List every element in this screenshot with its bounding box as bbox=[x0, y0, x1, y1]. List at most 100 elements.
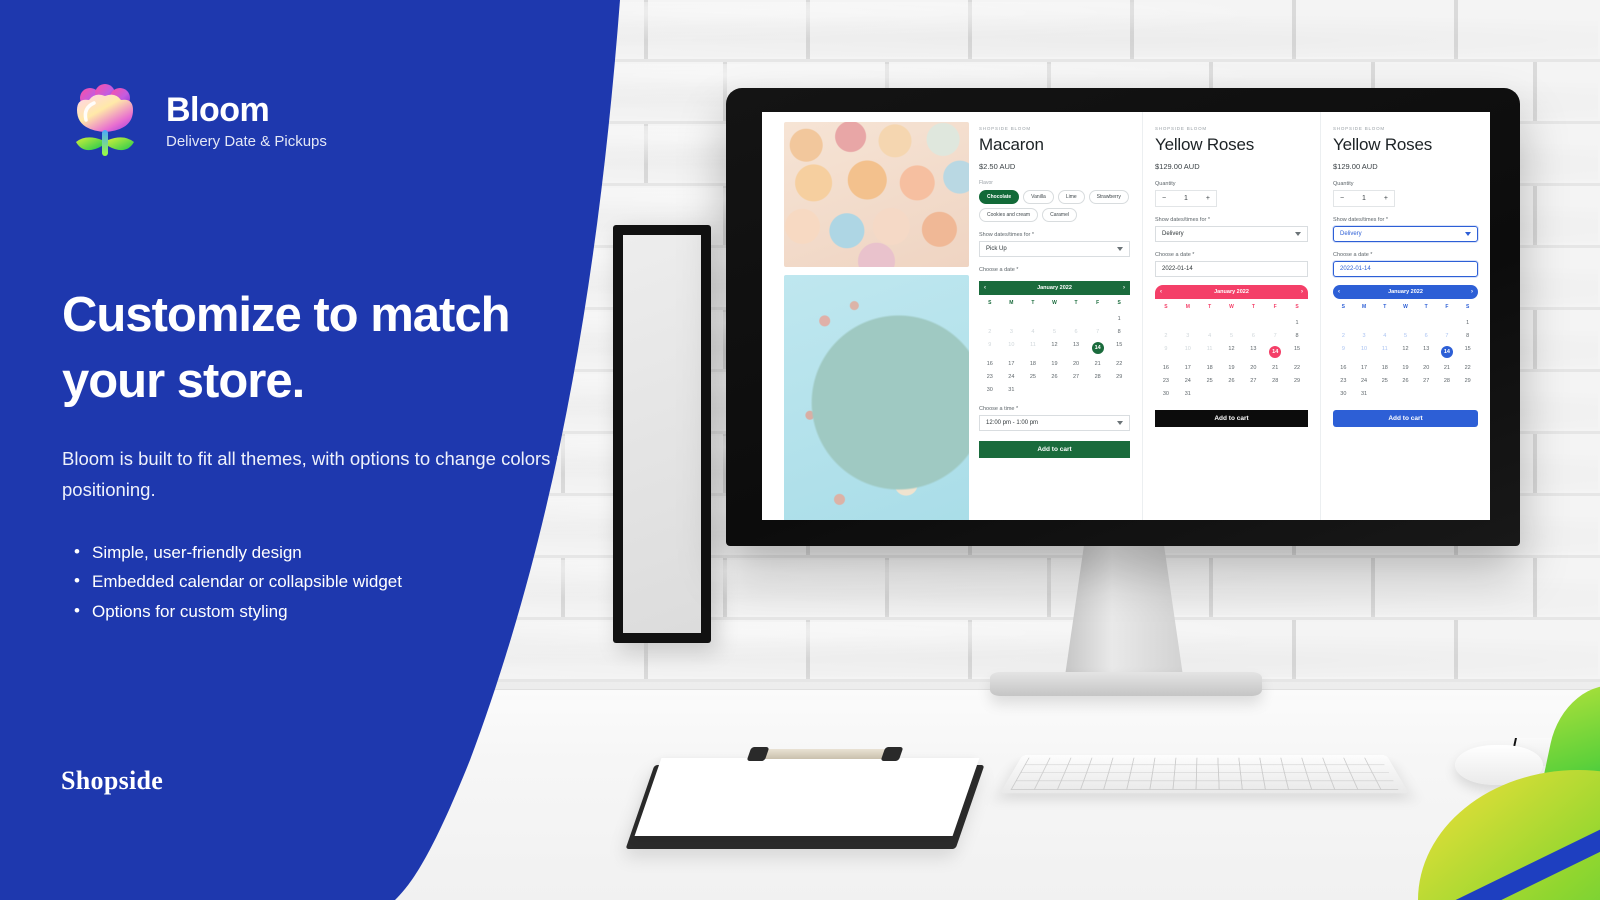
flavor-chip-chocolate[interactable]: Chocolate bbox=[979, 190, 1020, 204]
calendar-day-19[interactable]: 19 bbox=[1044, 357, 1066, 370]
calendar-day-29[interactable]: 29 bbox=[1457, 374, 1478, 387]
calendar-day-16[interactable]: 16 bbox=[979, 357, 1001, 370]
calendar-day-31[interactable]: 31 bbox=[1354, 387, 1375, 400]
calendar-day-23[interactable]: 23 bbox=[1155, 374, 1177, 387]
calendar-day-29[interactable]: 29 bbox=[1286, 374, 1308, 387]
calendar-next-button[interactable]: › bbox=[1123, 285, 1125, 291]
calendar-day-selected[interactable]: 14 bbox=[1087, 338, 1109, 357]
mode-select[interactable]: Delivery bbox=[1333, 226, 1478, 242]
calendar-day-24[interactable]: 24 bbox=[1177, 374, 1199, 387]
calendar-day-16[interactable]: 16 bbox=[1333, 361, 1354, 374]
calendar-day-9[interactable]: 9 bbox=[1333, 342, 1354, 361]
calendar-day-9[interactable]: 9 bbox=[1155, 342, 1177, 361]
calendar-day-8[interactable]: 8 bbox=[1457, 329, 1478, 342]
quantity-stepper[interactable]: − 1 + bbox=[1333, 190, 1395, 207]
calendar-day-8[interactable]: 8 bbox=[1286, 329, 1308, 342]
date-input[interactable]: 2022-01-14 bbox=[1333, 261, 1478, 277]
calendar-day-23[interactable]: 23 bbox=[1333, 374, 1354, 387]
calendar-day-10[interactable]: 10 bbox=[1177, 342, 1199, 361]
calendar-day-25[interactable]: 25 bbox=[1022, 370, 1044, 383]
calendar-day-20[interactable]: 20 bbox=[1242, 361, 1264, 374]
calendar-day-8[interactable]: 8 bbox=[1108, 325, 1130, 338]
calendar-day-4[interactable]: 4 bbox=[1022, 325, 1044, 338]
calendar-day-21[interactable]: 21 bbox=[1437, 361, 1458, 374]
calendar-day-26[interactable]: 26 bbox=[1221, 374, 1243, 387]
calendar-day-20[interactable]: 20 bbox=[1416, 361, 1437, 374]
flavor-chip-strawberry[interactable]: Strawberry bbox=[1088, 190, 1129, 204]
calendar-day-6[interactable]: 6 bbox=[1416, 329, 1437, 342]
calendar-day-3[interactable]: 3 bbox=[1001, 325, 1023, 338]
calendar-day-7[interactable]: 7 bbox=[1264, 329, 1286, 342]
calendar-next-button[interactable]: › bbox=[1471, 289, 1473, 295]
calendar-day-5[interactable]: 5 bbox=[1395, 329, 1416, 342]
time-select[interactable]: 12:00 pm - 1:00 pm bbox=[979, 415, 1130, 431]
calendar-day-13[interactable]: 13 bbox=[1065, 338, 1087, 357]
calendar-day-19[interactable]: 19 bbox=[1395, 361, 1416, 374]
add-to-cart-button[interactable]: Add to cart bbox=[1155, 410, 1308, 427]
product-image-macaron-plate[interactable] bbox=[784, 275, 969, 520]
calendar-day-31[interactable]: 31 bbox=[1001, 383, 1023, 396]
calendar-day-7[interactable]: 7 bbox=[1437, 329, 1458, 342]
calendar-day-6[interactable]: 6 bbox=[1242, 329, 1264, 342]
calendar-day-selected[interactable]: 14 bbox=[1264, 342, 1286, 361]
flavor-chip-caramel[interactable]: Caramel bbox=[1042, 208, 1077, 222]
calendar-day-1[interactable]: 1 bbox=[1457, 316, 1478, 329]
calendar-next-button[interactable]: › bbox=[1301, 289, 1303, 295]
calendar-day-3[interactable]: 3 bbox=[1354, 329, 1375, 342]
calendar-day-16[interactable]: 16 bbox=[1155, 361, 1177, 374]
date-input[interactable]: 2022-01-14 bbox=[1155, 261, 1308, 277]
calendar-day-29[interactable]: 29 bbox=[1108, 370, 1130, 383]
mode-select[interactable]: Delivery bbox=[1155, 226, 1308, 242]
calendar-day-24[interactable]: 24 bbox=[1354, 374, 1375, 387]
calendar-day-30[interactable]: 30 bbox=[979, 383, 1001, 396]
calendar-day-28[interactable]: 28 bbox=[1264, 374, 1286, 387]
add-to-cart-button[interactable]: Add to cart bbox=[1333, 410, 1478, 427]
calendar-day-17[interactable]: 17 bbox=[1001, 357, 1023, 370]
calendar-day-15[interactable]: 15 bbox=[1457, 342, 1478, 361]
calendar-day-12[interactable]: 12 bbox=[1395, 342, 1416, 361]
calendar-day-4[interactable]: 4 bbox=[1374, 329, 1395, 342]
calendar-day-19[interactable]: 19 bbox=[1221, 361, 1243, 374]
calendar-day-30[interactable]: 30 bbox=[1155, 387, 1177, 400]
calendar-day-5[interactable]: 5 bbox=[1221, 329, 1243, 342]
calendar-day-12[interactable]: 12 bbox=[1221, 342, 1243, 361]
calendar-day-20[interactable]: 20 bbox=[1065, 357, 1087, 370]
calendar-day-30[interactable]: 30 bbox=[1333, 387, 1354, 400]
calendar-day-7[interactable]: 7 bbox=[1087, 325, 1109, 338]
calendar-day-18[interactable]: 18 bbox=[1374, 361, 1395, 374]
calendar-day-18[interactable]: 18 bbox=[1022, 357, 1044, 370]
calendar-day-13[interactable]: 13 bbox=[1416, 342, 1437, 361]
calendar-day-26[interactable]: 26 bbox=[1044, 370, 1066, 383]
calendar-day-27[interactable]: 27 bbox=[1065, 370, 1087, 383]
calendar-day-17[interactable]: 17 bbox=[1354, 361, 1375, 374]
calendar-day-11[interactable]: 11 bbox=[1374, 342, 1395, 361]
calendar-day-9[interactable]: 9 bbox=[979, 338, 1001, 357]
calendar-day-10[interactable]: 10 bbox=[1354, 342, 1375, 361]
add-to-cart-button[interactable]: Add to cart bbox=[979, 441, 1130, 458]
calendar-day-15[interactable]: 15 bbox=[1286, 342, 1308, 361]
calendar-day-11[interactable]: 11 bbox=[1199, 342, 1221, 361]
calendar-day-23[interactable]: 23 bbox=[979, 370, 1001, 383]
calendar-day-28[interactable]: 28 bbox=[1437, 374, 1458, 387]
calendar-day-4[interactable]: 4 bbox=[1199, 329, 1221, 342]
calendar-day-2[interactable]: 2 bbox=[1155, 329, 1177, 342]
calendar-day-selected[interactable]: 14 bbox=[1437, 342, 1458, 361]
calendar-day-18[interactable]: 18 bbox=[1199, 361, 1221, 374]
calendar-day-27[interactable]: 27 bbox=[1242, 374, 1264, 387]
calendar-day-21[interactable]: 21 bbox=[1264, 361, 1286, 374]
calendar-day-24[interactable]: 24 bbox=[1001, 370, 1023, 383]
calendar-day-11[interactable]: 11 bbox=[1022, 338, 1044, 357]
calendar-day-31[interactable]: 31 bbox=[1177, 387, 1199, 400]
calendar-day-13[interactable]: 13 bbox=[1242, 342, 1264, 361]
quantity-increment-button[interactable]: + bbox=[1384, 195, 1388, 202]
product-image-macarons[interactable] bbox=[784, 122, 969, 267]
quantity-stepper[interactable]: − 1 + bbox=[1155, 190, 1217, 207]
calendar-day-1[interactable]: 1 bbox=[1108, 312, 1130, 325]
calendar-day-5[interactable]: 5 bbox=[1044, 325, 1066, 338]
calendar-day-21[interactable]: 21 bbox=[1087, 357, 1109, 370]
calendar-day-10[interactable]: 10 bbox=[1001, 338, 1023, 357]
quantity-increment-button[interactable]: + bbox=[1206, 195, 1210, 202]
calendar-day-6[interactable]: 6 bbox=[1065, 325, 1087, 338]
calendar-day-27[interactable]: 27 bbox=[1416, 374, 1437, 387]
flavor-chip-vanilla[interactable]: Vanilla bbox=[1023, 190, 1054, 204]
